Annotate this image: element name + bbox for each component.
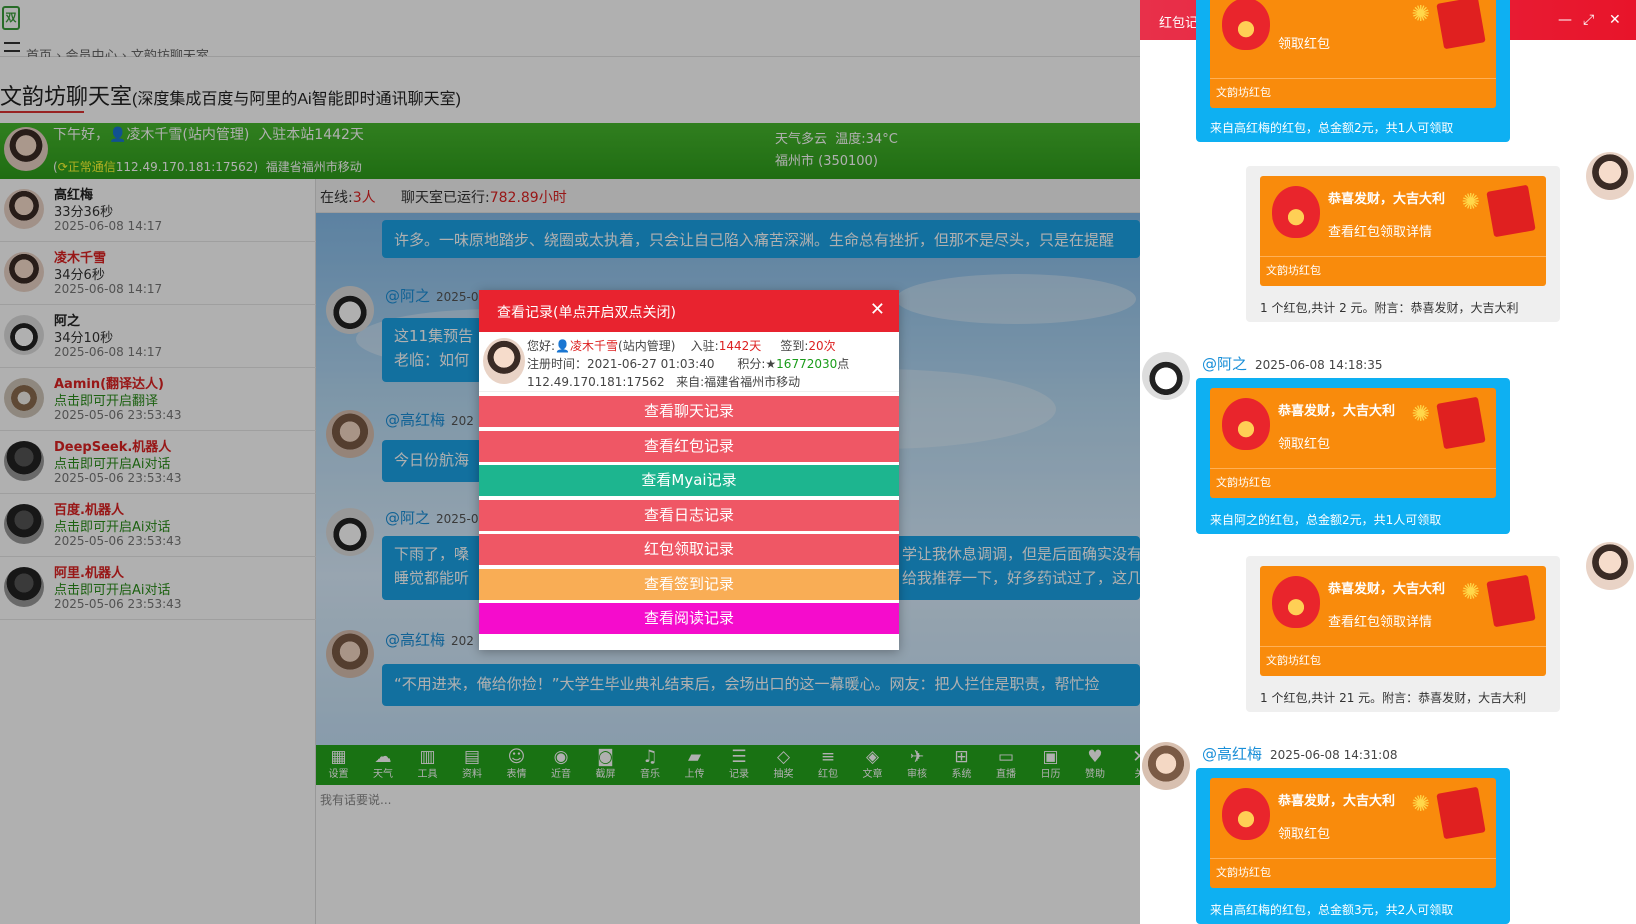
modal-user-name: 凌木千雪 bbox=[570, 339, 619, 353]
modal-info-line2: 注册时间：2021-06-27 01:03:40 积分:★16772030点 bbox=[527, 355, 849, 372]
red-packet-footer: 来自高红梅的红包，总金额3元，共2人可领取 bbox=[1210, 903, 1454, 917]
from-value: 福建省福州市移动 bbox=[704, 375, 801, 389]
red-packet[interactable]: 恭喜发财，大吉大利查看红包领取详情 ✺ 文韵坊红包 bbox=[1260, 176, 1546, 286]
modal-ip: 112.49.170.181:17562 bbox=[527, 375, 665, 389]
modal-user-avatar bbox=[483, 338, 525, 384]
money-bag-icon bbox=[1222, 788, 1270, 840]
red-packet-panel: 红包记录 — ⤢ ✕ 领取红包 ✺ 文韵坊红包 来自高红梅的红包，总金额2元，共1人可… bbox=[1140, 0, 1636, 924]
panel-sender-avatar[interactable] bbox=[1142, 742, 1190, 790]
sign-value: 20次 bbox=[808, 339, 836, 353]
user-icon: 👤 bbox=[555, 339, 570, 353]
modal-button-2[interactable]: 查看红包记录 bbox=[479, 430, 899, 462]
modal-info-line3: 112.49.170.181:17562 来自:福建省福州市移动 bbox=[527, 373, 800, 390]
modal-info-line1: 您好:👤凌木千雪(站内管理) 入驻:1442天 签到:20次 bbox=[527, 337, 836, 354]
points-unit: 点 bbox=[837, 357, 850, 371]
modal-button-3[interactable]: 查看Myai记录 bbox=[479, 465, 899, 496]
panel-sender[interactable]: @高红梅 2025-06-08 14:31:08 bbox=[1202, 743, 1397, 764]
red-packet-card[interactable]: 恭喜发财，大吉大利领取红包 ✺ 文韵坊红包来自高红梅的红包，总金额3元，共2人可领取 bbox=[1196, 768, 1510, 924]
red-packet-brand: 文韵坊红包 bbox=[1210, 468, 1496, 498]
maximize-icon[interactable]: ⤢ bbox=[1583, 12, 1594, 28]
red-packet[interactable]: 领取红包 ✺ 文韵坊红包 bbox=[1210, 0, 1496, 108]
modal-user-role: (站内管理) bbox=[618, 339, 676, 353]
red-packet-card[interactable]: 恭喜发财，大吉大利查看红包领取详情 ✺ 文韵坊红包 1 个红包,共计 21 元。附言：… bbox=[1246, 556, 1560, 712]
red-packet-footer: 1 个红包,共计 21 元。附言：恭喜发财，大吉大利 bbox=[1260, 691, 1527, 705]
money-bag-icon bbox=[1272, 186, 1320, 238]
red-packet-brand: 文韵坊红包 bbox=[1260, 256, 1546, 286]
red-packet-card[interactable]: 恭喜发财，大吉大利查看红包领取详情 ✺ 文韵坊红包 1 个红包,共计 2 元。附言：恭… bbox=[1246, 166, 1560, 322]
red-packet[interactable]: 恭喜发财，大吉大利领取红包 ✺ 文韵坊红包 bbox=[1210, 778, 1496, 888]
star-icon: ★ bbox=[765, 357, 777, 371]
points-label: 积分: bbox=[737, 357, 766, 371]
red-packet-blessing: 恭喜发财，大吉大利 bbox=[1278, 794, 1396, 809]
hello-label: 您好: bbox=[527, 339, 556, 353]
money-bag-icon bbox=[1272, 576, 1320, 628]
red-packet-action[interactable]: 查看红包领取详情 bbox=[1328, 611, 1432, 630]
panel-sender-name[interactable]: @阿之 bbox=[1202, 355, 1247, 373]
envelope-icon bbox=[1436, 786, 1486, 840]
modal-button-1[interactable]: 查看聊天记录 bbox=[479, 396, 899, 427]
red-packet-brand: 文韵坊红包 bbox=[1210, 858, 1496, 888]
red-packet-blessing: 恭喜发财，大吉大利 bbox=[1328, 192, 1446, 207]
red-packet-action[interactable]: 领取红包 bbox=[1278, 823, 1330, 842]
red-packet-action[interactable]: 领取红包 bbox=[1278, 33, 1330, 52]
reg-label: 注册时间： bbox=[527, 357, 588, 371]
firework-icon: ✺ bbox=[1411, 792, 1430, 817]
envelope-icon bbox=[1436, 396, 1486, 450]
red-packet-blessing: 恭喜发财，大吉大利 bbox=[1328, 582, 1446, 597]
money-bag-icon bbox=[1222, 398, 1270, 450]
red-packet-card[interactable]: 恭喜发财，大吉大利领取红包 ✺ 文韵坊红包来自阿之的红包，总金额2元，共1人可领取 bbox=[1196, 378, 1510, 534]
close-icon[interactable]: ✕ bbox=[870, 299, 885, 320]
red-packet[interactable]: 恭喜发财，大吉大利查看红包领取详情 ✺ 文韵坊红包 bbox=[1260, 566, 1546, 676]
close-icon[interactable]: ✕ bbox=[1609, 12, 1621, 28]
panel-sender[interactable]: @阿之 2025-06-08 14:18:35 bbox=[1202, 353, 1382, 374]
red-packet-brand: 文韵坊红包 bbox=[1260, 646, 1546, 676]
join-label: 入驻: bbox=[690, 339, 719, 353]
chatroom-main: 双 首页 › 会员中心 › 文韵坊聊天室 文韵坊聊天室(深度集成百度与阿里的Ai… bbox=[0, 0, 1140, 924]
modal-header: 查看记录(单点开启双点关闭) ✕ bbox=[479, 290, 899, 332]
red-packet-footer: 来自阿之的红包，总金额2元，共1人可领取 bbox=[1210, 513, 1442, 527]
firework-icon: ✺ bbox=[1461, 580, 1480, 605]
records-modal: 查看记录(单点开启双点关闭) ✕ 您好:👤凌木千雪(站内管理) 入驻:1442天… bbox=[479, 290, 899, 650]
firework-icon: ✺ bbox=[1411, 402, 1430, 427]
modal-button-4[interactable]: 查看日志记录 bbox=[479, 499, 899, 531]
modal-title: 查看记录(单点开启双点关闭) bbox=[497, 305, 676, 321]
red-packet-action[interactable]: 查看红包领取详情 bbox=[1328, 221, 1432, 240]
red-packet-blessing: 恭喜发财，大吉大利 bbox=[1278, 404, 1396, 419]
modal-button-5[interactable]: 红包领取记录 bbox=[479, 534, 899, 565]
reg-value: 2021-06-27 01:03:40 bbox=[587, 357, 715, 371]
sign-label: 签到: bbox=[780, 339, 809, 353]
firework-icon: ✺ bbox=[1461, 190, 1480, 215]
panel-sender-time: 2025-06-08 14:31:08 bbox=[1270, 748, 1398, 762]
panel-sender-name[interactable]: @高红梅 bbox=[1202, 745, 1262, 763]
minimize-icon[interactable]: — bbox=[1558, 12, 1572, 28]
join-value: 1442天 bbox=[718, 339, 762, 353]
envelope-icon bbox=[1486, 574, 1536, 628]
points-value: 16772030 bbox=[776, 357, 838, 371]
red-packet-action[interactable]: 领取红包 bbox=[1278, 433, 1330, 452]
modal-button-7[interactable]: 查看阅读记录 bbox=[479, 603, 899, 634]
panel-sender-avatar[interactable] bbox=[1586, 152, 1634, 200]
red-packet-card[interactable]: 领取红包 ✺ 文韵坊红包来自高红梅的红包，总金额2元，共1人可领取 bbox=[1196, 0, 1510, 142]
from-label: 来自: bbox=[676, 375, 705, 389]
envelope-icon bbox=[1486, 184, 1536, 238]
modal-user-info: 您好:👤凌木千雪(站内管理) 入驻:1442天 签到:20次 注册时间：2021… bbox=[479, 332, 899, 392]
modal-button-6[interactable]: 查看签到记录 bbox=[479, 568, 899, 600]
envelope-icon bbox=[1436, 0, 1486, 50]
red-packet[interactable]: 恭喜发财，大吉大利领取红包 ✺ 文韵坊红包 bbox=[1210, 388, 1496, 498]
panel-sender-avatar[interactable] bbox=[1586, 542, 1634, 590]
red-packet-footer: 1 个红包,共计 2 元。附言：恭喜发财，大吉大利 bbox=[1260, 301, 1519, 315]
red-packet-footer: 来自高红梅的红包，总金额2元，共1人可领取 bbox=[1210, 121, 1454, 135]
panel-sender-avatar[interactable] bbox=[1142, 352, 1190, 400]
red-packet-brand: 文韵坊红包 bbox=[1210, 78, 1496, 108]
panel-sender-time: 2025-06-08 14:18:35 bbox=[1255, 358, 1383, 372]
money-bag-icon bbox=[1222, 0, 1270, 50]
firework-icon: ✺ bbox=[1411, 2, 1430, 27]
